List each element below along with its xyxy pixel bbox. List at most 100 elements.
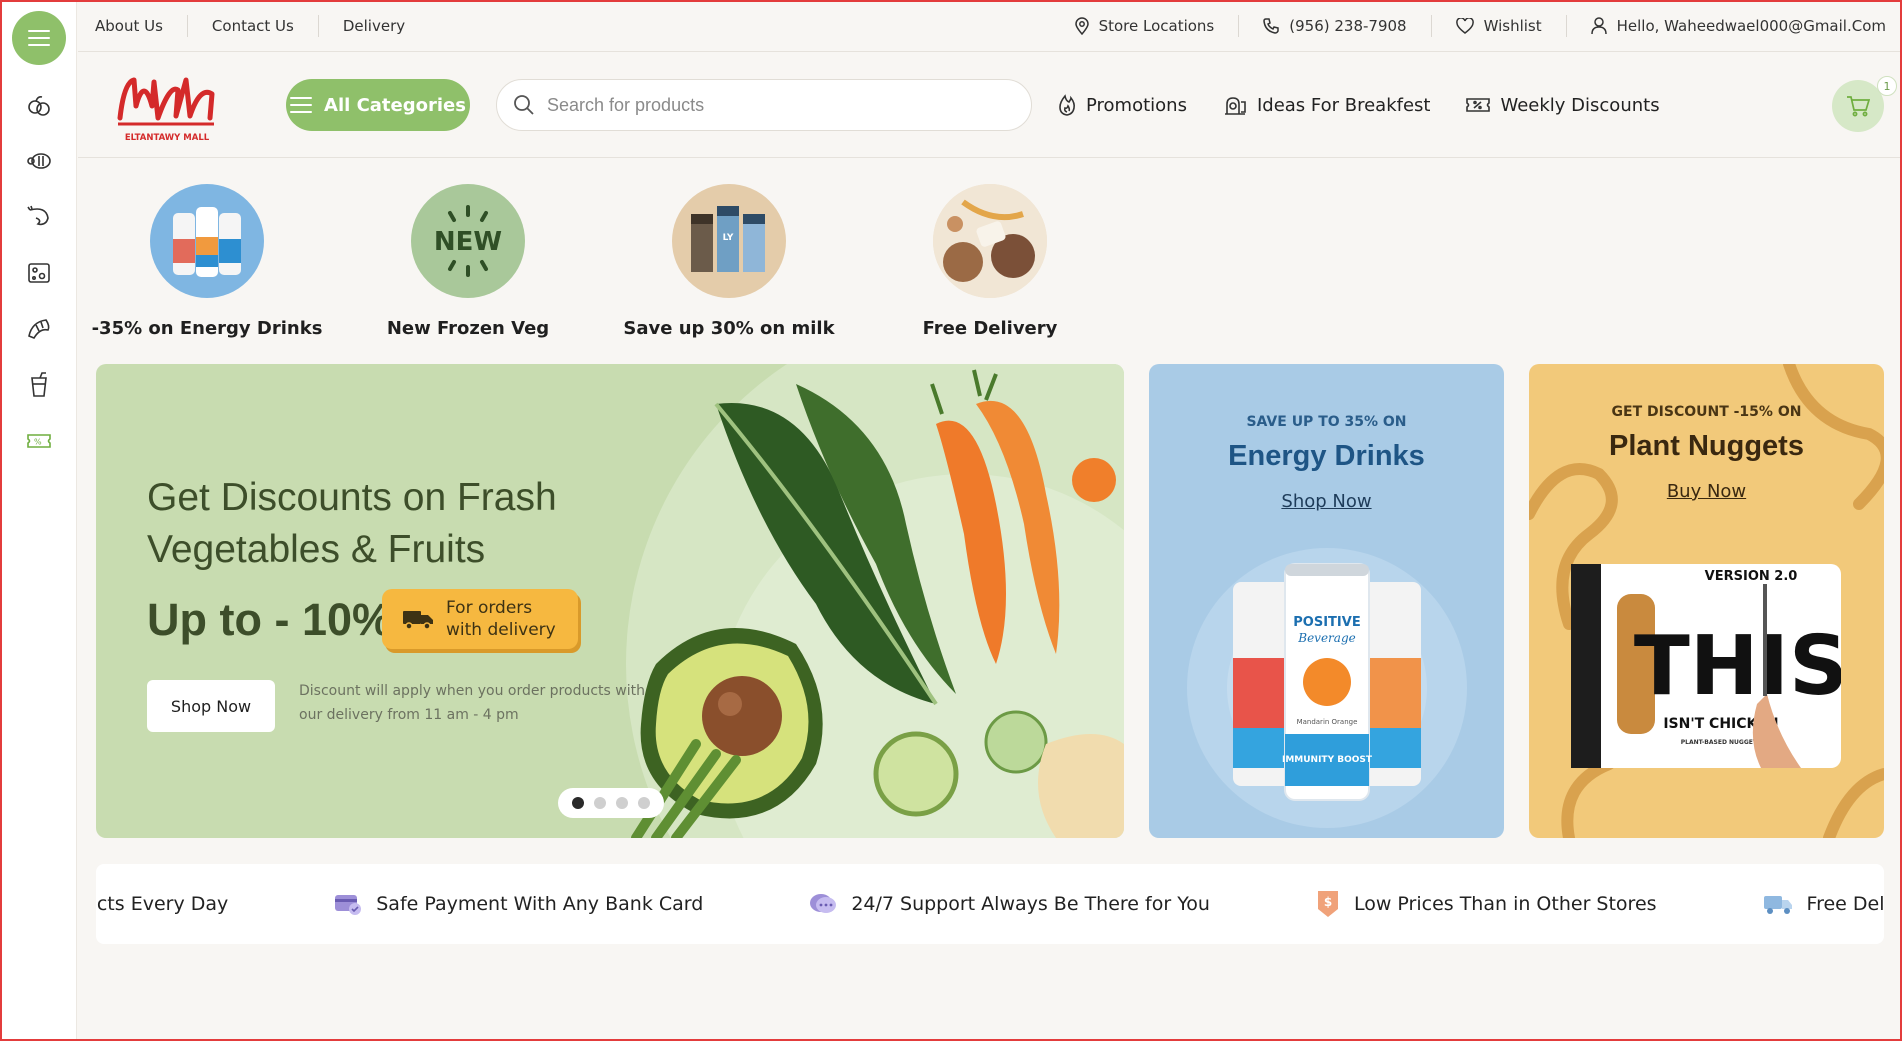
account-greeting: Hello, Waheedwael000@Gmail.Com	[1616, 16, 1886, 35]
svg-text:%: %	[34, 438, 42, 447]
phone-icon	[1263, 17, 1279, 34]
wishlist-label: Wishlist	[1483, 16, 1542, 35]
breakfast-ideas-link[interactable]: Ideas For Breakfest	[1223, 94, 1431, 116]
header-nav: Promotions Ideas For Breakfest Weekly Di…	[1058, 79, 1660, 131]
feature-label: 24/7 Support Always Be There for You	[851, 893, 1210, 915]
coupon-icon	[1466, 98, 1491, 112]
bank-card-icon	[335, 895, 362, 915]
utility-bar: About Us Contact Us Delivery Store Locat…	[78, 0, 1902, 52]
promo-circle-free-delivery[interactable]: Free Delivery	[860, 184, 1120, 339]
feature-label: Low Prices Than in Other Stores	[1353, 893, 1657, 915]
svg-text:THIS: THIS	[1634, 619, 1841, 714]
cart-icon	[1847, 96, 1870, 117]
main-header: ELTANTAWY MALL All Categories Promotions…	[78, 52, 1902, 158]
promo-circle-label: -35% on Energy Drinks	[91, 318, 323, 339]
contact-link[interactable]: Contact Us	[212, 17, 294, 35]
svg-text:POSITIVE: POSITIVE	[1293, 615, 1360, 630]
promotions-link[interactable]: Promotions	[1058, 94, 1187, 116]
all-categories-button[interactable]: All Categories	[286, 79, 470, 131]
phone-number: (956) 238-7908	[1289, 16, 1407, 35]
wishlist-link[interactable]: Wishlist	[1455, 16, 1542, 35]
carousel-dots	[558, 788, 664, 818]
svg-text:Beverage: Beverage	[1297, 631, 1355, 645]
energy-cans-image: POSITIVE Beverage Mandarin Orange IMMUNI…	[1187, 548, 1467, 828]
svg-text:ELTANTAWY MALL: ELTANTAWY MALL	[125, 133, 210, 143]
svg-text:Mandarin Orange: Mandarin Orange	[1297, 718, 1358, 726]
breakfast-ideas-label: Ideas For Breakfest	[1256, 94, 1431, 116]
about-link[interactable]: About Us	[95, 17, 163, 35]
discount-icon[interactable]: %	[22, 424, 56, 458]
store-logo[interactable]: ELTANTAWY MALL	[114, 66, 220, 146]
store-locations-link[interactable]: Store Locations	[1074, 16, 1215, 35]
energy-shop-now-link[interactable]: Shop Now	[1281, 491, 1371, 512]
features-strip: Fresh Products Every Day Safe Payment Wi…	[96, 864, 1884, 944]
divider	[1238, 14, 1240, 37]
delivery-link[interactable]: Delivery	[343, 17, 405, 35]
promo-circle-frozen-veg[interactable]: NEW New Frozen Veg	[338, 184, 598, 339]
shrimp-icon[interactable]	[22, 200, 56, 234]
cheese-icon[interactable]	[22, 256, 56, 290]
promo-circle-milk[interactable]: LY Save up 30% on milk	[599, 184, 859, 339]
nuggets-eyebrow: GET DISCOUNT -15% ON	[1611, 404, 1802, 420]
feature-label: Fresh Products Every Day	[96, 893, 229, 915]
feature-item: Free Delivery From	[1763, 893, 1884, 915]
promo-circle-energy[interactable]: -35% on Energy Drinks	[77, 184, 337, 339]
all-categories-label: All Categories	[324, 94, 466, 116]
energy-title: Energy Drinks	[1228, 440, 1425, 472]
carousel-dot[interactable]	[572, 797, 584, 809]
hero-shop-now-button[interactable]: Shop Now	[147, 680, 275, 732]
svg-text:VERSION 2.0: VERSION 2.0	[1705, 569, 1798, 584]
hero-banner[interactable]: Get Discounts on Frash Vegetables & Frui…	[96, 364, 1124, 838]
croissant-icon[interactable]	[22, 312, 56, 346]
account-link[interactable]: Hello, Waheedwael000@Gmail.Com	[1590, 16, 1886, 35]
energy-eyebrow: SAVE UP TO 35% ON	[1246, 414, 1407, 430]
heart-icon	[1455, 17, 1474, 34]
hero-title: Get Discounts on Frash Vegetables & Frui…	[147, 476, 557, 571]
delivery-tag-text: For orders with delivery	[446, 598, 556, 640]
sausage-icon[interactable]	[22, 144, 56, 178]
energy-drinks-promo[interactable]: SAVE UP TO 35% ON Energy Drinks Shop Now…	[1149, 364, 1504, 838]
svg-text:$: $	[1324, 895, 1332, 909]
category-sidebar: %	[0, 0, 77, 1041]
menu-toggle-button[interactable]	[12, 11, 66, 65]
svg-text:NEW: NEW	[434, 227, 502, 257]
nuggets-buy-now-link[interactable]: Buy Now	[1667, 481, 1746, 502]
search-bar	[496, 79, 1032, 131]
carousel-dot[interactable]	[616, 797, 628, 809]
fruit-icon[interactable]	[22, 88, 56, 122]
feature-item: 24/7 Support Always Be There for You	[809, 892, 1210, 916]
hero-discount: Up to - 10%	[147, 594, 393, 645]
low-price-tag-icon: $	[1317, 891, 1338, 917]
nuggets-package-image: VERSION 2.0 THIS ISN'T CHICKEN PLANT-BAS…	[1571, 564, 1841, 768]
divider	[1430, 14, 1432, 37]
store-locations-label: Store Locations	[1098, 16, 1215, 35]
svg-text:LY: LY	[723, 233, 734, 243]
new-badge-thumbnail: NEW	[411, 184, 525, 298]
feature-item: Safe Payment With Any Bank Card	[334, 893, 703, 915]
divider	[186, 14, 188, 37]
location-pin-icon	[1074, 16, 1089, 35]
plant-nuggets-promo[interactable]: GET DISCOUNT -15% ON Plant Nuggets Buy N…	[1529, 364, 1884, 838]
search-input[interactable]	[547, 94, 987, 116]
carousel-dot[interactable]	[594, 797, 606, 809]
carousel-dot[interactable]	[638, 797, 650, 809]
phone-link[interactable]: (956) 238-7908	[1263, 16, 1407, 35]
milk-thumbnail: LY	[672, 184, 786, 298]
drink-icon[interactable]	[22, 368, 56, 402]
divider	[1565, 14, 1567, 37]
feature-label: Safe Payment With Any Bank Card	[376, 893, 704, 915]
feature-item: Fresh Products Every Day	[96, 893, 228, 915]
flame-icon	[1059, 94, 1075, 116]
nuggets-title: Plant Nuggets	[1609, 430, 1804, 462]
promo-circle-label: Save up 30% on milk	[623, 318, 835, 339]
breakfast-icon	[1224, 97, 1246, 115]
feature-label: Free Delivery From	[1806, 893, 1884, 915]
promo-circle-label: Free Delivery	[922, 318, 1058, 339]
search-icon[interactable]	[513, 94, 535, 116]
truck-icon	[403, 611, 433, 630]
divider	[317, 14, 319, 37]
weekly-discounts-link[interactable]: Weekly Discounts	[1466, 95, 1660, 116]
support-chat-icon	[810, 894, 837, 913]
user-icon	[1590, 16, 1607, 34]
cart-count-badge: 1	[1877, 76, 1897, 96]
